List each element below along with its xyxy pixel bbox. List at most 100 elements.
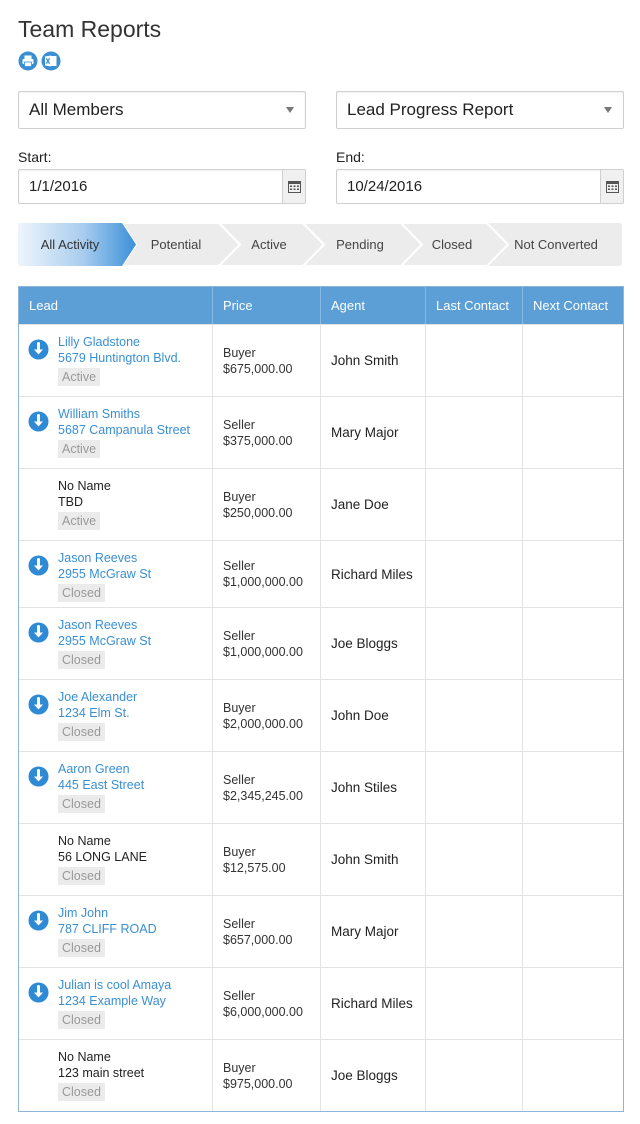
download-circle-icon[interactable]: [28, 411, 49, 432]
download-circle-icon[interactable]: [28, 555, 49, 576]
lead-name[interactable]: Julian is cool Amaya: [58, 977, 212, 993]
table-row: No Name 56 LONG LANE Closed Buyer $12,575.00…: [19, 823, 623, 895]
step-active[interactable]: Active: [228, 223, 310, 266]
header-price[interactable]: Price: [213, 287, 321, 324]
header-lead[interactable]: Lead: [19, 287, 213, 324]
lead-status-progress: All Activity Potential Active Pending Cl…: [18, 223, 622, 266]
lead-name[interactable]: Aaron Green: [58, 761, 212, 777]
next-contact-cell: [523, 824, 623, 895]
agent-cell: Mary Major: [321, 397, 426, 468]
price-cell: Buyer $250,000.00: [213, 469, 321, 540]
price-cell: Seller $657,000.00: [213, 896, 321, 967]
step-not-converted[interactable]: Not Converted: [498, 223, 614, 266]
start-date-value[interactable]: 1/1/2016: [19, 178, 282, 195]
lead-address[interactable]: 1234 Example Way: [58, 993, 212, 1009]
members-select[interactable]: All Members: [18, 91, 306, 129]
agent-cell: Joe Bloggs: [321, 1040, 426, 1111]
lead-name[interactable]: Jim John: [58, 905, 212, 921]
next-contact-cell: [523, 608, 623, 679]
lead-cell: Lilly Gladstone 5679 Huntington Blvd. Acti…: [19, 325, 213, 396]
table-row: William Smiths 5687 Campanula Street Activ…: [19, 396, 623, 468]
step-closed[interactable]: Closed: [408, 223, 496, 266]
table-row: Joe Alexander 1234 Elm St. Closed Buyer $2,0…: [19, 679, 623, 751]
lead-name[interactable]: Jason Reeves: [58, 617, 212, 633]
lead-address[interactable]: 787 CLIFF ROAD: [58, 921, 212, 937]
table-row: Jim John 787 CLIFF ROAD Closed Seller $657,0…: [19, 895, 623, 967]
lead-type: Seller: [223, 988, 255, 1003]
calendar-icon[interactable]: [282, 170, 305, 203]
next-contact-cell: [523, 541, 623, 607]
lead-address[interactable]: 5679 Huntington Blvd.: [58, 350, 212, 366]
lead-price: $1,000,000.00: [223, 644, 303, 659]
lead-type: Seller: [223, 559, 255, 573]
lead-price: $12,575.00: [223, 860, 286, 875]
next-contact-cell: [523, 896, 623, 967]
lead-address[interactable]: 5687 Campanula Street: [58, 422, 212, 438]
table-row: Jason Reeves 2955 McGraw St Closed Seller $1…: [19, 607, 623, 679]
lead-address[interactable]: 445 East Street: [58, 777, 212, 793]
print-icon[interactable]: [18, 51, 38, 71]
table-body: Lilly Gladstone 5679 Huntington Blvd. Acti…: [19, 324, 623, 1111]
price-cell: Seller $2,345,245.00: [213, 752, 321, 823]
excel-export-icon[interactable]: [41, 51, 61, 71]
lead-cell: Julian is cool Amaya 1234 Example Way Clos…: [19, 968, 213, 1039]
chevron-down-icon: [604, 107, 612, 113]
lead-name[interactable]: Joe Alexander: [58, 689, 212, 705]
calendar-icon[interactable]: [600, 170, 623, 203]
status-badge: Closed: [58, 723, 105, 741]
next-contact-cell: [523, 1040, 623, 1111]
page-title: Team Reports: [18, 16, 162, 42]
leads-table: Lead Price Agent Last Contact Next Conta…: [18, 286, 624, 1112]
download-circle-icon[interactable]: [28, 982, 49, 1003]
header-agent[interactable]: Agent: [321, 287, 426, 324]
header-last-contact[interactable]: Last Contact: [426, 287, 523, 324]
lead-cell: No Name 56 LONG LANE Closed: [19, 824, 213, 895]
last-contact-cell: [426, 397, 523, 468]
lead-address: 56 LONG LANE: [58, 850, 147, 864]
lead-type: Seller: [223, 417, 255, 432]
header-next-contact[interactable]: Next Contact: [523, 287, 623, 324]
start-date-field[interactable]: 1/1/2016: [18, 169, 306, 204]
lead-type: Buyer: [223, 345, 256, 360]
price-cell: Seller $375,000.00: [213, 397, 321, 468]
step-pending[interactable]: Pending: [312, 223, 408, 266]
lead-cell: No Name 123 main street Closed: [19, 1040, 213, 1111]
download-circle-icon[interactable]: [28, 766, 49, 787]
status-badge: Closed: [58, 584, 105, 602]
step-potential[interactable]: Potential: [130, 223, 222, 266]
step-all-activity[interactable]: All Activity: [18, 223, 122, 266]
download-circle-icon[interactable]: [28, 694, 49, 715]
lead-name[interactable]: Jason Reeves: [58, 550, 212, 566]
lead-name[interactable]: William Smiths: [58, 406, 212, 422]
lead-price: $6,000,000.00: [223, 1004, 303, 1019]
next-contact-cell: [523, 397, 623, 468]
agent-cell: Richard Miles: [321, 968, 426, 1039]
agent-cell: John Doe: [321, 680, 426, 751]
lead-address[interactable]: 2955 McGraw St: [58, 633, 212, 649]
lead-type: Buyer: [223, 700, 256, 715]
agent-cell: John Stiles: [321, 752, 426, 823]
report-toolbar: [18, 51, 61, 71]
start-date-label: Start:: [18, 149, 52, 165]
download-circle-icon[interactable]: [28, 622, 49, 643]
end-date-field[interactable]: 10/24/2016: [336, 169, 624, 204]
status-badge: Active: [58, 512, 101, 530]
last-contact-cell: [426, 325, 523, 396]
status-badge: Active: [58, 368, 101, 386]
next-contact-cell: [523, 752, 623, 823]
table-row: Aaron Green 445 East Street Closed Seller $2…: [19, 751, 623, 823]
price-cell: Seller $1,000,000.00: [213, 541, 321, 607]
lead-address[interactable]: 1234 Elm St.: [58, 705, 212, 721]
status-badge: Closed: [58, 1011, 105, 1029]
end-date-value[interactable]: 10/24/2016: [337, 178, 600, 195]
lead-address[interactable]: 2955 McGraw St: [58, 566, 212, 582]
table-row: Jason Reeves 2955 McGraw St Closed Seller $1…: [19, 540, 623, 607]
lead-name[interactable]: Lilly Gladstone: [58, 334, 212, 350]
price-cell: Seller $1,000,000.00: [213, 608, 321, 679]
report-type-select[interactable]: Lead Progress Report: [336, 91, 624, 129]
next-contact-cell: [523, 325, 623, 396]
status-badge: Closed: [58, 651, 105, 669]
download-circle-icon[interactable]: [28, 339, 49, 360]
download-circle-icon[interactable]: [28, 910, 49, 931]
status-badge: Closed: [58, 795, 105, 813]
